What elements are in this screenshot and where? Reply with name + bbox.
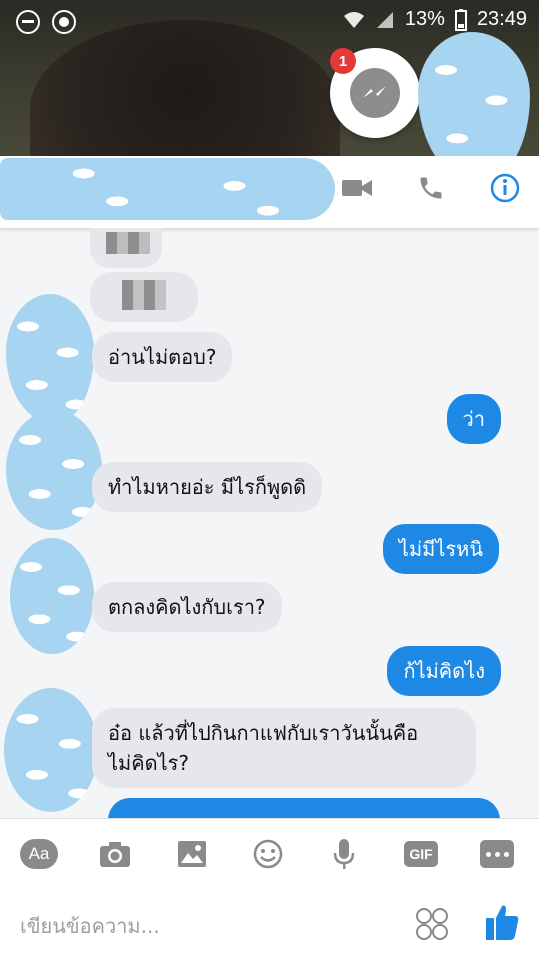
message-bubble-incoming[interactable]: ตกลงคิดไงกับเรา? <box>92 582 282 632</box>
message-bubble-incoming[interactable]: ทำไมหายอ่ะ มีไรก็พูดดิ <box>92 462 323 512</box>
phone-call-icon[interactable] <box>415 172 447 204</box>
battery-percent: 13% <box>404 8 445 30</box>
clock: 23:49 <box>476 8 527 30</box>
battery-icon <box>454 8 467 31</box>
avatar[interactable] <box>10 538 94 654</box>
camera-button[interactable] <box>96 835 134 873</box>
more-icon <box>480 840 514 868</box>
thumbs-up-icon <box>486 905 519 940</box>
chrome-icon <box>52 10 76 34</box>
more-button[interactable] <box>478 835 516 873</box>
composer-toolbar: Aa GIF <box>0 818 539 889</box>
notification-badge: 1 <box>330 48 356 74</box>
avatar[interactable] <box>4 688 98 812</box>
sticker-faces-icon <box>416 908 448 940</box>
message-bubble-incoming[interactable]: อ่านไม่ตอบ? <box>92 332 233 382</box>
avatar[interactable] <box>6 294 94 424</box>
image-icon <box>178 841 206 867</box>
sticker-button[interactable] <box>414 906 450 942</box>
camera-icon <box>100 842 130 867</box>
text-style-button[interactable]: Aa <box>20 835 58 873</box>
aa-icon: Aa <box>20 839 58 869</box>
emoji-button[interactable] <box>249 835 287 873</box>
message-bubble-incoming[interactable]: อ๋อ แล้วที่ไปกินกาแฟกับเราวันนั้นคือ ไม่… <box>92 708 476 788</box>
voice-button[interactable] <box>325 835 363 873</box>
pixelated-content <box>106 232 150 254</box>
message-bubble-outgoing[interactable]: ไม่มีไรหนิ <box>382 524 499 574</box>
microphone-icon <box>333 839 355 869</box>
avatar[interactable] <box>6 410 102 530</box>
messenger-icon <box>350 68 400 118</box>
photo-figure <box>30 20 340 160</box>
message-line: อ๋อ แล้วที่ไปกินกาแฟกับเราวันนั้นคือ <box>108 721 419 745</box>
contact-name-sticker <box>0 158 335 220</box>
message-composer: เขียนข้อความ... <box>0 888 539 960</box>
pixelated-content <box>122 280 166 310</box>
gallery-button[interactable] <box>173 835 211 873</box>
message-bubble-outgoing-partial[interactable] <box>108 798 500 818</box>
info-icon[interactable] <box>489 172 521 204</box>
like-button[interactable] <box>484 902 520 942</box>
do-not-disturb-icon <box>16 10 40 34</box>
message-line: ไม่คิดไร? <box>108 751 190 775</box>
wifi-icon <box>343 11 364 28</box>
gif-icon: GIF <box>404 841 438 867</box>
signal-icon <box>376 11 393 28</box>
header-actions <box>341 172 521 204</box>
message-list[interactable]: อ่านไม่ตอบ? ว่า ทำไมหายอ่ะ มีไรก็พูดดิ ไ… <box>0 228 539 818</box>
gif-button[interactable]: GIF <box>402 835 440 873</box>
message-bubble-outgoing[interactable]: ก้ไม่คิดไง <box>387 646 501 696</box>
smiley-icon <box>253 839 283 869</box>
message-input[interactable]: เขียนข้อความ... <box>20 910 160 942</box>
video-call-icon[interactable] <box>341 172 373 204</box>
message-bubble-outgoing[interactable]: ว่า <box>446 394 501 444</box>
